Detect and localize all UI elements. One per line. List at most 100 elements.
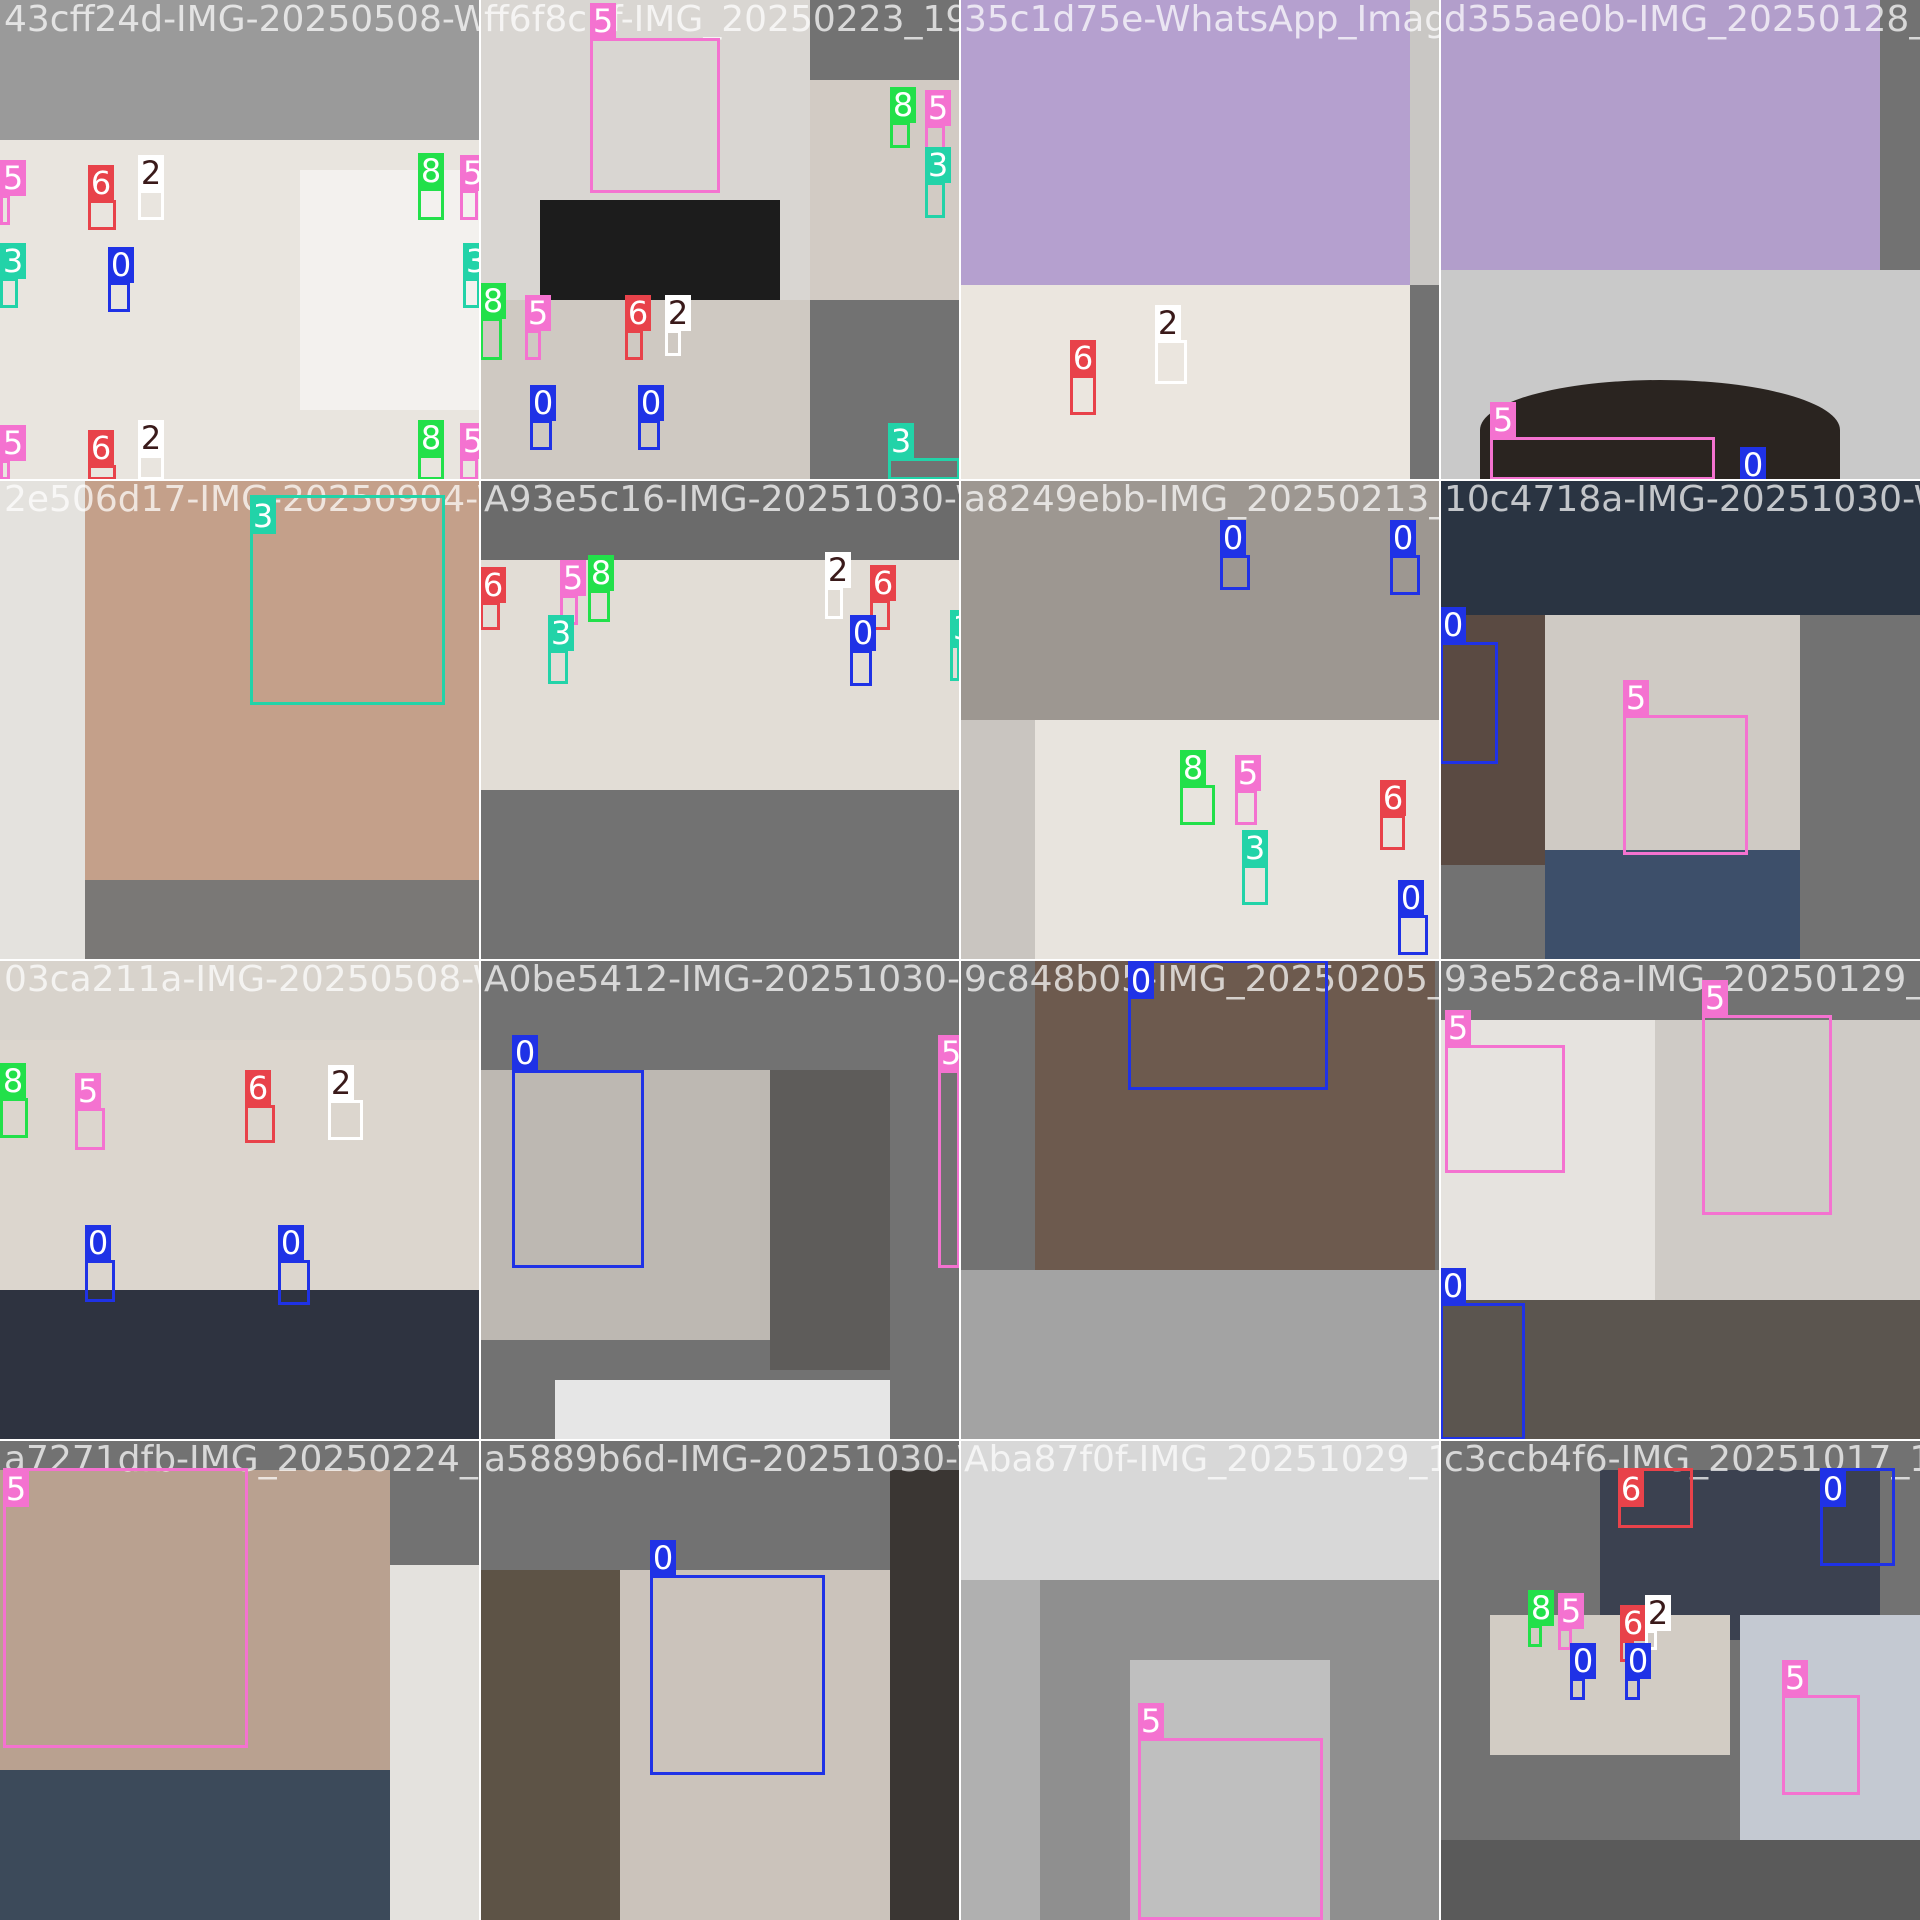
detection-box: 8 bbox=[0, 1063, 28, 1138]
detection-box: 0 bbox=[650, 1540, 825, 1775]
detection-class-label: 8 bbox=[890, 87, 916, 123]
detection-class-label: 2 bbox=[328, 1065, 354, 1101]
detection-box: 5 bbox=[460, 155, 480, 220]
tile-11: 9c848b05-IMG_20250205_198651.jpg 0 bbox=[960, 960, 1440, 1440]
detection-class-label: 8 bbox=[1528, 1590, 1554, 1626]
tile-photo bbox=[0, 0, 480, 480]
detection-class-label: 3 bbox=[888, 423, 914, 459]
detection-box: 8 bbox=[1180, 750, 1215, 825]
tile-photo bbox=[960, 480, 1440, 960]
detection-class-label: 5 bbox=[525, 295, 551, 331]
detection-class-label: 0 bbox=[1440, 607, 1466, 643]
detection-class-label: 5 bbox=[1138, 1703, 1164, 1739]
detection-class-label: 5 bbox=[590, 3, 616, 39]
detection-class-label: 3 bbox=[925, 147, 951, 183]
detection-class-label: 3 bbox=[1242, 830, 1268, 866]
detection-box: 6 bbox=[480, 567, 506, 630]
detection-box: 5 bbox=[1702, 980, 1832, 1215]
detection-box: 3 bbox=[548, 615, 574, 684]
detection-box: 8 bbox=[418, 420, 444, 480]
detection-class-label: 0 bbox=[1740, 447, 1766, 480]
detection-class-label: 2 bbox=[665, 295, 691, 331]
detection-class-label: 5 bbox=[0, 425, 26, 461]
detection-class-label: 5 bbox=[1782, 1660, 1808, 1696]
detection-box: 3 bbox=[925, 147, 951, 218]
detection-class-label: 2 bbox=[138, 155, 164, 191]
detection-box: 5 bbox=[75, 1073, 105, 1150]
detection-box: 2 bbox=[138, 420, 164, 480]
tile-7: a8249ebb-IMG_20250213_203647883.jpg 0085… bbox=[960, 480, 1440, 960]
detection-class-label: 3 bbox=[250, 498, 276, 534]
detection-class-label: 5 bbox=[1235, 755, 1261, 791]
detection-box: 5 bbox=[460, 423, 480, 480]
tile-photo bbox=[0, 960, 480, 1440]
grid-divider bbox=[0, 479, 1920, 481]
detection-class-label: 0 bbox=[1820, 1471, 1846, 1507]
detection-box: 6 bbox=[88, 430, 116, 480]
detection-class-label: 5 bbox=[1445, 1010, 1471, 1046]
detection-box: 0 bbox=[1570, 1643, 1596, 1700]
tile-15: Aba87f0f-IMG_20251029_152309476.jpg 5 bbox=[960, 1440, 1440, 1920]
detection-box: 5 bbox=[1235, 755, 1261, 825]
detection-box: 5 bbox=[1138, 1703, 1323, 1920]
detection-class-label: 0 bbox=[1570, 1643, 1596, 1679]
detection-class-label: 0 bbox=[108, 247, 134, 283]
detection-class-label: 3 bbox=[0, 243, 26, 279]
detection-class-label: 5 bbox=[460, 423, 480, 459]
detection-box: 8 bbox=[588, 555, 614, 622]
detection-class-label: 0 bbox=[278, 1225, 304, 1261]
tile-5: 2e506d17-IMG-20250904-WA0036.jpg 3 bbox=[0, 480, 480, 960]
detection-class-label: 6 bbox=[1618, 1471, 1644, 1507]
detection-box: 0 bbox=[638, 385, 664, 450]
grid-divider bbox=[0, 1439, 1920, 1441]
detection-class-label: 0 bbox=[850, 615, 876, 651]
detection-box: 6 bbox=[88, 165, 116, 230]
detection-class-label: 2 bbox=[138, 420, 164, 456]
detection-class-label: 0 bbox=[1128, 963, 1154, 999]
tile-1: 43cff24d-IMG-20250508-WA0096.jpg 5628530… bbox=[0, 0, 480, 480]
grid-divider bbox=[0, 959, 1920, 961]
detection-box: 5 bbox=[0, 425, 26, 480]
detection-box: 0 bbox=[1440, 1268, 1525, 1440]
detection-box: 8 bbox=[418, 153, 444, 220]
detection-box: 3 bbox=[250, 495, 445, 705]
detection-box: 0 bbox=[1390, 520, 1420, 595]
detection-box: 5 bbox=[590, 3, 720, 193]
detection-class-label: 8 bbox=[1180, 750, 1206, 786]
detection-class-label: 5 bbox=[1702, 980, 1728, 1016]
detection-class-label: 5 bbox=[0, 160, 26, 196]
tile-2: ff6f8c1f-IMG_20250223_195501061.jpg 5853… bbox=[480, 0, 960, 480]
detection-box: 6 bbox=[625, 295, 651, 360]
detection-box: 0 bbox=[108, 247, 134, 312]
detection-box: 0 bbox=[850, 615, 876, 686]
tile-photo bbox=[480, 480, 960, 960]
detection-class-label: 0 bbox=[1440, 1268, 1466, 1304]
detection-box: 5 bbox=[938, 1035, 960, 1268]
detection-box: 0 bbox=[530, 385, 556, 450]
detection-box: 3 bbox=[888, 423, 960, 480]
detection-box: 5 bbox=[525, 295, 551, 360]
detection-box: 5 bbox=[0, 160, 26, 225]
detection-class-label: 0 bbox=[638, 385, 664, 421]
tile-4: d355ae0b-IMG_20250128_2.jpg 50 bbox=[1440, 0, 1920, 480]
detection-class-label: 5 bbox=[3, 1471, 29, 1507]
detection-class-label: 0 bbox=[512, 1035, 538, 1071]
detection-class-label: 2 bbox=[825, 552, 851, 588]
detection-box: 5 bbox=[1490, 402, 1715, 480]
detection-class-label: 3 bbox=[463, 243, 480, 279]
detection-class-label: 0 bbox=[650, 1540, 676, 1576]
detection-class-label: 5 bbox=[1558, 1593, 1584, 1629]
detection-class-label: 5 bbox=[938, 1035, 960, 1071]
detection-class-label: 0 bbox=[1390, 520, 1416, 556]
tile-10: A0be5412-IMG-20251030-WA0024.jpg 05 bbox=[480, 960, 960, 1440]
detection-box: 8 bbox=[890, 87, 916, 148]
detection-class-label: 8 bbox=[0, 1063, 26, 1099]
detection-class-label: 0 bbox=[530, 385, 556, 421]
tile-12: 93e52c8a-IMG_20250129_2.jpg 550 bbox=[1440, 960, 1920, 1440]
detection-class-label: 6 bbox=[870, 565, 896, 601]
detection-box: 0 bbox=[1398, 880, 1428, 955]
detection-box: 3 bbox=[463, 243, 480, 308]
detection-class-label: 5 bbox=[75, 1073, 101, 1109]
detection-box: 0 bbox=[1625, 1643, 1651, 1700]
detection-box: 2 bbox=[138, 155, 164, 220]
